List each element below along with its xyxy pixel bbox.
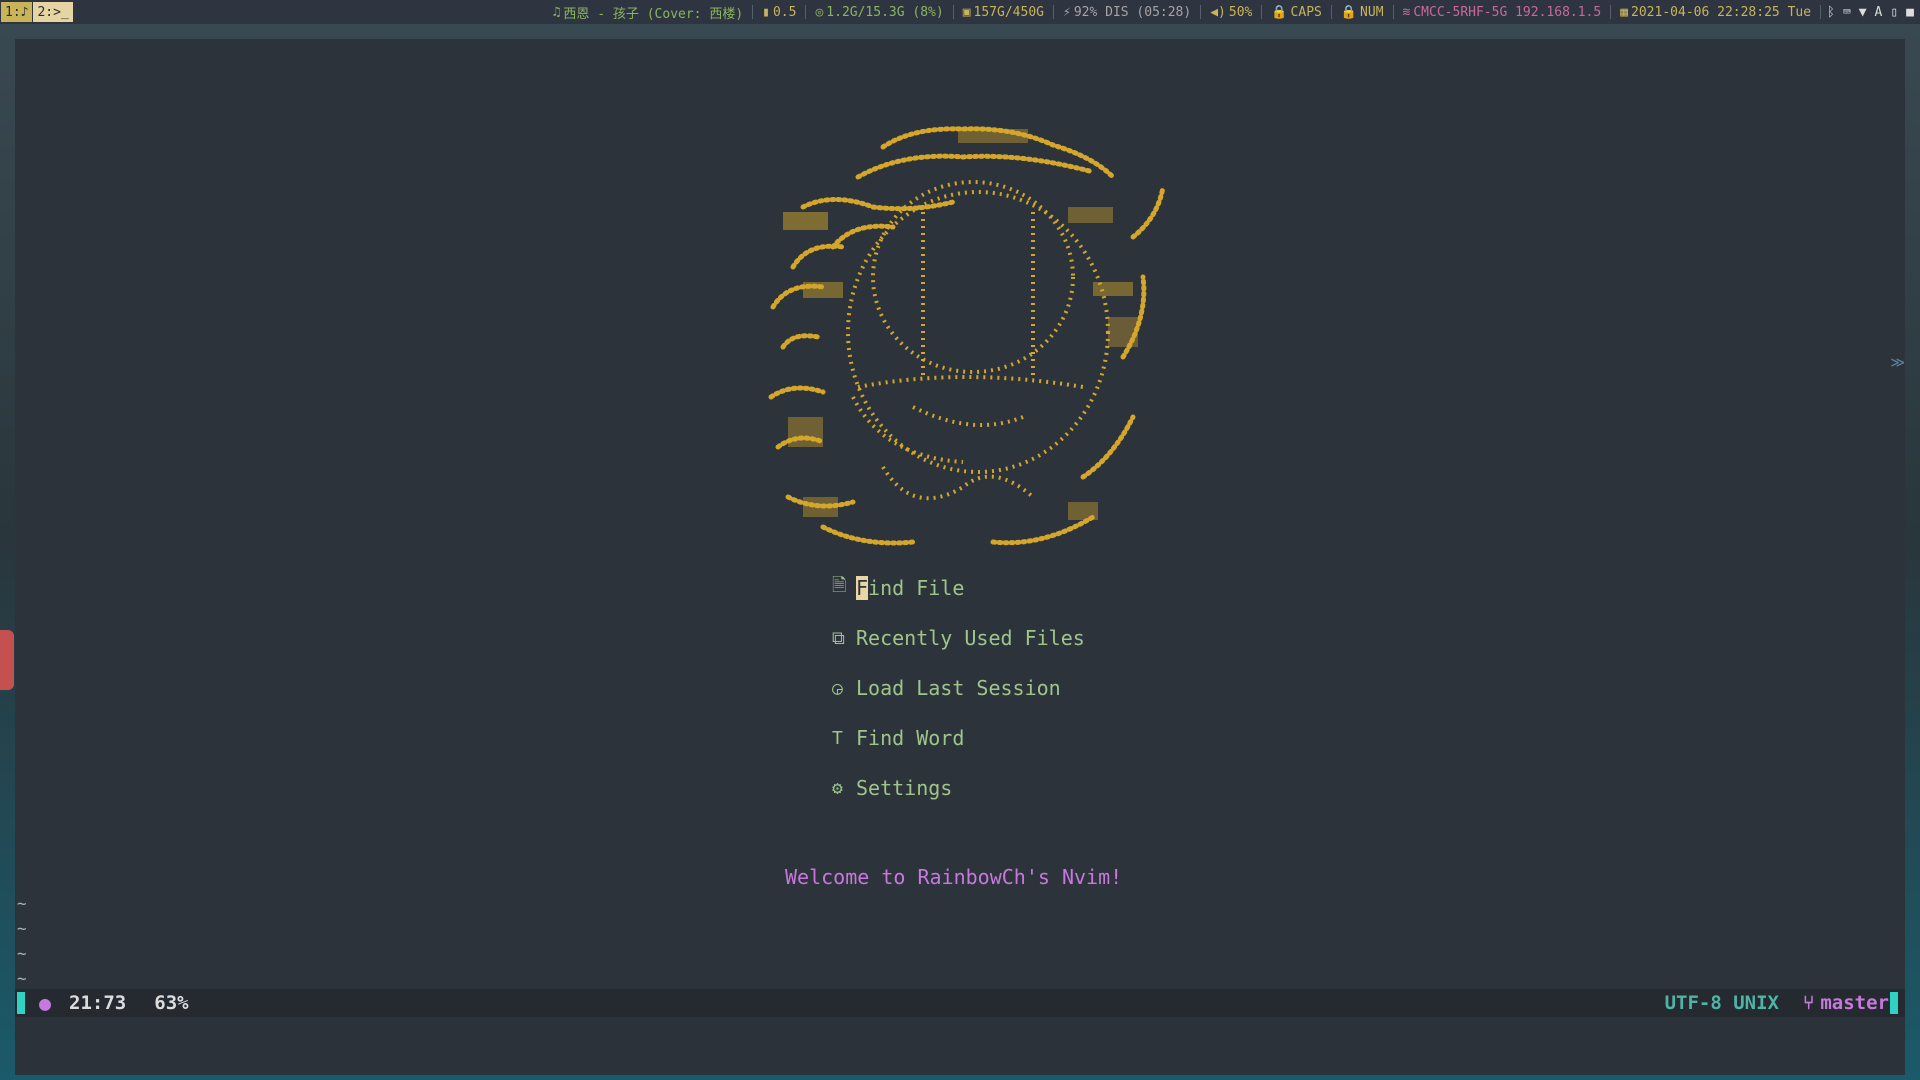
git-branch-icon: ⑂ xyxy=(1802,992,1815,1014)
scroll-indicator: ≫ xyxy=(1890,355,1905,371)
statusline-end-block xyxy=(1890,992,1898,1014)
menu-label: Find File xyxy=(856,576,964,600)
datetime-text: 2021-04-06 22:28:25 Tue xyxy=(1631,4,1812,20)
recent-files-icon: ⧉ xyxy=(832,627,845,649)
menu-find-file[interactable]: 🗎 Find File xyxy=(832,563,1085,613)
battery-icon: ⚡ xyxy=(1062,4,1071,20)
cursor-position: 21:73 xyxy=(69,992,127,1014)
workspace-2[interactable]: 2:>_ xyxy=(33,2,73,22)
statusline: ● 21:73 63% UTF-8 UNIX ⑂ master xyxy=(15,989,1905,1017)
menu-label: Load Last Session xyxy=(856,676,1061,700)
menu-find-word[interactable]: T Find Word xyxy=(832,713,1085,763)
git-branch-name: master xyxy=(1820,992,1889,1014)
statusline-right: UTF-8 UNIX ⑂ master xyxy=(1665,989,1898,1017)
nvim-dashboard: 🗎 Find File ⧉ Recently Used Files ◶ Load… xyxy=(15,39,1905,989)
menu-label: Recently Used Files xyxy=(856,626,1085,650)
music-text: 西恩 - 孩子 (Cover: 西楼) xyxy=(563,6,744,22)
num-block: 🔒 NUM xyxy=(1332,4,1394,20)
lock-icon: 🔒 xyxy=(1271,4,1288,20)
top-bar: 1:♪ 2:>_ ♫ 西恩 - 孩子 (Cover: 西楼) ▮ 0.5 ◎ 1.2G… xyxy=(0,0,1920,24)
vim-mode-icon: ● xyxy=(39,991,52,1015)
volume-text: 50% xyxy=(1228,4,1253,20)
calendar-icon: ▦ xyxy=(1620,4,1629,20)
volume-icon: ◀) xyxy=(1210,4,1226,20)
disk-icon: ▣ xyxy=(962,4,971,20)
load-block: ▮ 0.5 xyxy=(753,4,807,20)
menu-label: Find Word xyxy=(856,726,965,750)
battery-text: 92% DIS (05:28) xyxy=(1073,4,1192,20)
window-icon[interactable]: ■ xyxy=(1906,5,1914,20)
cpu-icon: ▮ xyxy=(762,4,770,20)
memory-text: 1.2G/15.3G (8%) xyxy=(826,4,944,20)
lock-icon: 🔒 xyxy=(1340,4,1358,20)
empty-line-marker: ~ xyxy=(17,919,27,938)
music-block: ♫ 西恩 - 孩子 (Cover: 西楼) xyxy=(544,4,754,22)
tray: ᛒ ⌨ ▼ A ▯ ■ xyxy=(1827,5,1914,20)
menu-load-session[interactable]: ◶ Load Last Session xyxy=(832,663,1085,713)
mode-indicator xyxy=(17,992,25,1014)
wifi-text: CMCC-5RHF-5G 192.168.1.5 xyxy=(1413,4,1602,20)
dashboard-menu: 🗎 Find File ⧉ Recently Used Files ◶ Load… xyxy=(832,563,1085,813)
welcome-message: Welcome to RainbowCh's Nvim! xyxy=(785,865,1123,889)
ascii-art-logo xyxy=(768,126,1166,546)
empty-line-marker: ~ xyxy=(17,894,27,913)
wallpaper-sticker xyxy=(0,630,14,690)
disk-text: 157G/450G xyxy=(973,4,1044,20)
memory-block: ◎ 1.2G/15.3G (8%) xyxy=(806,4,954,20)
caps-text: CAPS xyxy=(1290,4,1322,20)
disk-block: ▣ 157G/450G xyxy=(954,4,1054,20)
network-icon[interactable]: ▼ xyxy=(1859,5,1867,20)
file-percent: 63% xyxy=(154,992,189,1014)
file-icon: 🗎 xyxy=(832,575,847,596)
empty-line-marker: ~ xyxy=(17,969,27,988)
text-icon: T xyxy=(832,727,843,749)
input-method-icon[interactable]: A xyxy=(1875,5,1883,20)
menu-settings[interactable]: ⚙ Settings xyxy=(832,763,1085,813)
git-branch: ⑂ master xyxy=(1803,992,1889,1014)
menu-recent-files[interactable]: ⧉ Recently Used Files xyxy=(832,613,1085,663)
command-line[interactable] xyxy=(15,1017,1905,1075)
keyboard-icon[interactable]: ⌨ xyxy=(1843,5,1851,20)
file-encoding: UTF-8 UNIX xyxy=(1664,992,1779,1014)
bluetooth-icon[interactable]: ᛒ xyxy=(1827,5,1835,20)
gear-icon: ⚙ xyxy=(832,777,843,799)
workspace-1[interactable]: 1:♪ xyxy=(1,2,33,22)
empty-line-marker: ~ xyxy=(17,944,27,963)
music-icon: ♫ xyxy=(552,4,561,20)
menu-label-rest: ind File xyxy=(868,576,965,600)
menu-label: Settings xyxy=(856,776,953,800)
session-icon: ◶ xyxy=(832,677,843,699)
battery-tray-icon[interactable]: ▯ xyxy=(1890,5,1898,20)
terminal-window[interactable]: 🗎 Find File ⧉ Recently Used Files ◶ Load… xyxy=(15,39,1905,1075)
battery-block: ⚡ 92% DIS (05:28) xyxy=(1054,4,1202,20)
text-cursor: F xyxy=(856,576,869,600)
num-text: NUM xyxy=(1360,4,1384,20)
datetime-block: ▦ 2021-04-06 22:28:25 Tue xyxy=(1611,4,1822,20)
wifi-icon: ≋ xyxy=(1402,4,1411,20)
load-text: 0.5 xyxy=(772,4,797,20)
memory-icon: ◎ xyxy=(815,4,824,20)
caps-block: 🔒 CAPS xyxy=(1262,4,1332,20)
status-blocks: ♫ 西恩 - 孩子 (Cover: 西楼) ▮ 0.5 ◎ 1.2G/15.3G (8… xyxy=(544,0,1914,24)
volume-block: ◀) 50% xyxy=(1201,4,1263,20)
wifi-block: ≋ CMCC-5RHF-5G 192.168.1.5 xyxy=(1394,4,1612,20)
